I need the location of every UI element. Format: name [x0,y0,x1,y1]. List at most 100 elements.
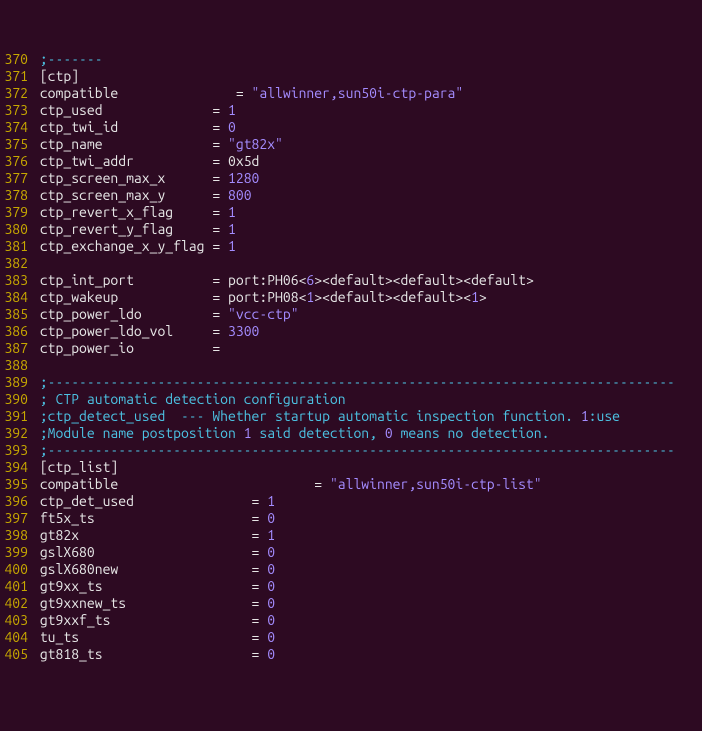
code-editor[interactable]: 370 ;-------371 [ctp]372 compatible = "a… [0,51,702,663]
code-line[interactable]: 370 ;------- [0,51,702,68]
code-line[interactable]: 394 [ctp_list] [0,459,702,476]
code-line[interactable]: 389 ;-----------------------------------… [0,374,702,391]
code-line[interactable]: 378 ctp_screen_max_y = 800 [0,187,702,204]
code-line[interactable]: 372 compatible = "allwinner,sun50i-ctp-p… [0,85,702,102]
token-kw: ctp_power_io [40,340,212,356]
code-line[interactable]: 383 ctp_int_port = port:PH06<6><default>… [0,272,702,289]
code-content[interactable] [32,357,702,374]
code-content[interactable]: [ctp] [32,68,702,85]
code-line[interactable]: 401 gt9xx_ts = 0 [0,578,702,595]
line-number: 401 [0,578,32,595]
code-line[interactable]: 392 ;Module name postposition 1 said det… [0,425,702,442]
code-line[interactable]: 395 compatible = "allwinner,sun50i-ctp-l… [0,476,702,493]
code-line[interactable]: 404 tu_ts = 0 [0,629,702,646]
code-content[interactable]: gt9xxnew_ts = 0 [32,595,702,612]
code-content[interactable]: ctp_revert_y_flag = 1 [32,221,702,238]
token-num: 1 [228,204,236,220]
code-line[interactable]: 399 gslX680 = 0 [0,544,702,561]
code-content[interactable]: compatible = "allwinner,sun50i-ctp-list" [32,476,702,493]
token-kw: gt9xxnew_ts [40,595,252,611]
code-content[interactable]: ; CTP automatic detection configuration [32,391,702,408]
code-content[interactable]: [ctp_list] [32,459,702,476]
code-content[interactable]: ft5x_ts = 0 [32,510,702,527]
code-line[interactable]: 390 ; CTP automatic detection configurat… [0,391,702,408]
code-content[interactable]: ctp_screen_max_x = 1280 [32,170,702,187]
code-content[interactable]: ctp_det_used = 1 [32,493,702,510]
token-num: 1 [228,102,236,118]
code-content[interactable]: ctp_revert_x_flag = 1 [32,204,702,221]
code-content[interactable]: tu_ts = 0 [32,629,702,646]
token-kw: ctp_revert_y_flag [40,221,212,237]
token-comment: said detection, [252,425,385,441]
code-content[interactable]: gt9xxf_ts = 0 [32,612,702,629]
code-content[interactable]: ctp_power_ldo = "vcc-ctp" [32,306,702,323]
code-content[interactable]: ;---------------------------------------… [32,442,702,459]
token-op: = [252,544,268,560]
code-content[interactable]: ctp_exchange_x_y_flag = 1 [32,238,702,255]
code-line[interactable]: 379 ctp_revert_x_flag = 1 [0,204,702,221]
code-content[interactable]: gt9xx_ts = 0 [32,578,702,595]
code-line[interactable]: 391 ;ctp_detect_used --- Whether startup… [0,408,702,425]
code-content[interactable]: compatible = "allwinner,sun50i-ctp-para" [32,85,702,102]
code-content[interactable]: gt82x = 1 [32,527,702,544]
code-line[interactable]: 402 gt9xxnew_ts = 0 [0,595,702,612]
code-line[interactable]: 384 ctp_wakeup = port:PH08<1><default><d… [0,289,702,306]
code-content[interactable]: ctp_power_ldo_vol = 3300 [32,323,702,340]
code-content[interactable] [32,255,702,272]
code-line[interactable]: 405 gt818_ts = 0 [0,646,702,663]
code-content[interactable]: ctp_screen_max_y = 800 [32,187,702,204]
code-content[interactable]: ;ctp_detect_used --- Whether startup aut… [32,408,702,425]
code-line[interactable]: 371 [ctp] [0,68,702,85]
token-op: = [212,102,228,118]
line-number: 404 [0,629,32,646]
line-number: 374 [0,119,32,136]
code-content[interactable]: ctp_name = "gt82x" [32,136,702,153]
code-line[interactable]: 403 gt9xxf_ts = 0 [0,612,702,629]
token-kw: ctp_exchange_x_y_flag [40,238,212,254]
token-comment: ;ctp_detect_used --- Whether startup aut… [40,408,581,424]
line-number: 382 [0,255,32,272]
token-num: 1 [471,289,479,305]
code-line[interactable]: 388 [0,357,702,374]
line-number: 390 [0,391,32,408]
code-line[interactable]: 375 ctp_name = "gt82x" [0,136,702,153]
token-op: = [212,204,228,220]
token-op: = [212,306,228,322]
token-op: = [212,289,228,305]
code-content[interactable]: ctp_power_io = [32,340,702,357]
code-line[interactable]: 398 gt82x = 1 [0,527,702,544]
code-line[interactable]: 387 ctp_power_io = [0,340,702,357]
code-line[interactable]: 393 ;-----------------------------------… [0,442,702,459]
code-content[interactable]: gslX680 = 0 [32,544,702,561]
line-number: 388 [0,357,32,374]
line-number: 375 [0,136,32,153]
code-content[interactable]: gt818_ts = 0 [32,646,702,663]
code-content[interactable]: ;Module name postposition 1 said detecti… [32,425,702,442]
code-line[interactable]: 373 ctp_used = 1 [0,102,702,119]
code-line[interactable]: 386 ctp_power_ldo_vol = 3300 [0,323,702,340]
line-number: 376 [0,153,32,170]
code-line[interactable]: 397 ft5x_ts = 0 [0,510,702,527]
code-line[interactable]: 381 ctp_exchange_x_y_flag = 1 [0,238,702,255]
line-number: 386 [0,323,32,340]
code-line[interactable]: 385 ctp_power_ldo = "vcc-ctp" [0,306,702,323]
code-content[interactable]: ctp_twi_addr = 0x5d [32,153,702,170]
code-content[interactable]: ctp_wakeup = port:PH08<1><default><defau… [32,289,702,306]
token-txt: > [479,289,487,305]
code-content[interactable]: ctp_int_port = port:PH06<6><default><def… [32,272,702,289]
token-str: "vcc-ctp" [228,306,299,322]
code-content[interactable]: ;------- [32,51,702,68]
code-line[interactable]: 396 ctp_det_used = 1 [0,493,702,510]
code-content[interactable]: gslX680new = 0 [32,561,702,578]
token-str: "allwinner,sun50i-ctp-list" [330,476,542,492]
code-line[interactable]: 377 ctp_screen_max_x = 1280 [0,170,702,187]
code-content[interactable]: ctp_used = 1 [32,102,702,119]
code-line[interactable]: 376 ctp_twi_addr = 0x5d [0,153,702,170]
code-line[interactable]: 380 ctp_revert_y_flag = 1 [0,221,702,238]
code-line[interactable]: 382 [0,255,702,272]
code-line[interactable]: 374 ctp_twi_id = 0 [0,119,702,136]
code-line[interactable]: 400 gslX680new = 0 [0,561,702,578]
code-content[interactable]: ctp_twi_id = 0 [32,119,702,136]
code-content[interactable]: ;---------------------------------------… [32,374,702,391]
token-comment: :use [589,408,620,424]
